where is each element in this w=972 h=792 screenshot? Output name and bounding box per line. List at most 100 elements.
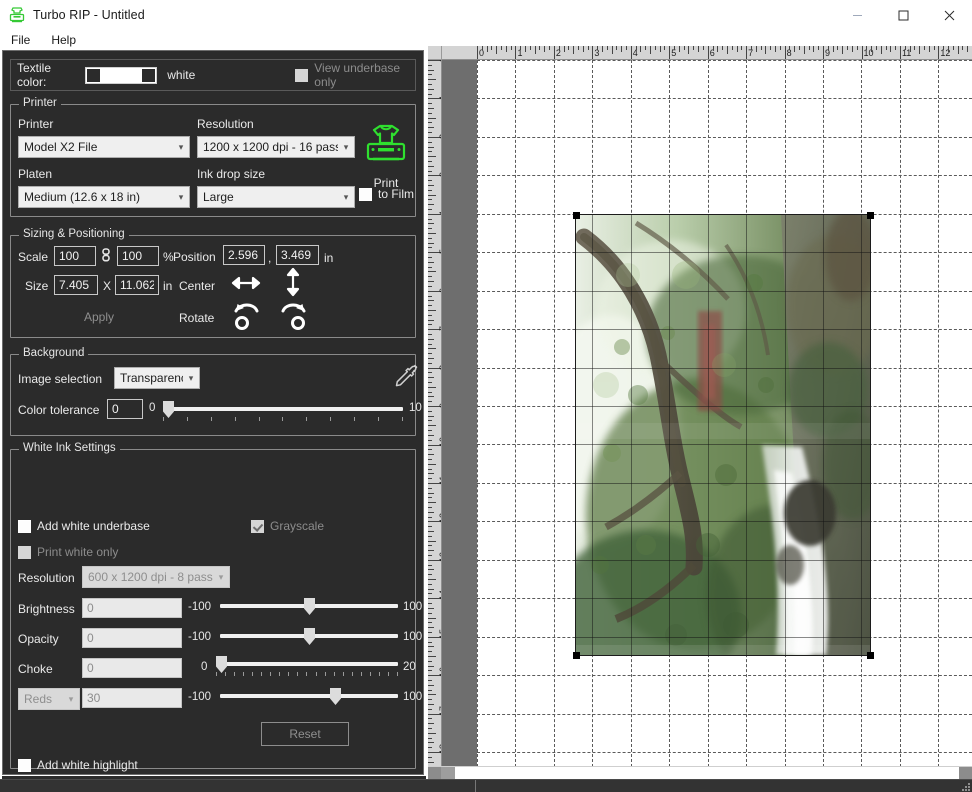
print-white-only-checkbox[interactable]: [18, 545, 31, 559]
brightness-input[interactable]: [82, 598, 182, 618]
resolution-select[interactable]: 1200 x 1200 dpi - 16 pass ▾: [197, 136, 355, 158]
ruler-tick-minor: [428, 708, 432, 710]
chain-link-icon[interactable]: [100, 248, 112, 267]
ruler-tick-minor: [803, 46, 805, 54]
ruler-tick-minor: [428, 93, 432, 95]
ruler-tick-minor: [428, 569, 434, 571]
add-white-underbase-checkbox[interactable]: [18, 519, 31, 533]
choke-input[interactable]: [82, 658, 182, 678]
scale-x-input[interactable]: [54, 246, 96, 266]
ruler-corner: [428, 46, 442, 60]
textile-color-swatch[interactable]: [85, 66, 158, 84]
position-x-input[interactable]: [223, 245, 265, 265]
image-selection-select[interactable]: Transparency ▾: [114, 367, 200, 389]
opacity-slider[interactable]: [220, 628, 398, 645]
resolution-label: Resolution: [197, 117, 254, 131]
close-button[interactable]: [926, 0, 972, 30]
position-y-input[interactable]: [276, 245, 319, 265]
scroll-left-button[interactable]: [428, 766, 441, 780]
grid-line-horizontal: [477, 98, 972, 99]
apply-button[interactable]: Apply: [84, 310, 114, 324]
color-channel-select[interactable]: Reds ▾: [18, 688, 80, 710]
color-tolerance-min: 0: [149, 402, 156, 414]
menu-item-file[interactable]: File: [8, 31, 38, 49]
minimize-button[interactable]: [834, 0, 880, 30]
vertical-ruler[interactable]: 0123456789101112131415161718: [428, 60, 442, 766]
platen-sheet[interactable]: [477, 60, 972, 766]
printer-select[interactable]: Model X2 File ▾: [18, 136, 190, 158]
scroll-thumb[interactable]: [441, 766, 455, 780]
add-white-underbase-row[interactable]: Add white underbase: [18, 519, 150, 533]
ruler-tick-minor: [731, 46, 733, 50]
selection-handle-bottom-right[interactable]: [867, 652, 874, 659]
size-height-input[interactable]: [115, 275, 159, 295]
ruler-tick-minor: [428, 199, 432, 201]
size-width-input[interactable]: [54, 275, 98, 295]
ruler-tick-minor: [428, 737, 432, 739]
add-white-highlight-row[interactable]: Add white highlight: [18, 758, 138, 772]
color-channel-slider-thumb[interactable]: [330, 688, 341, 705]
ruler-tick-minor: [428, 449, 432, 451]
reset-button[interactable]: Reset: [261, 722, 349, 746]
to-film-row[interactable]: to Film: [359, 187, 414, 201]
color-channel-input[interactable]: [82, 688, 182, 708]
ruler-tick-minor: [544, 46, 546, 52]
horizontal-ruler[interactable]: 0 1 2 3 4 5 6 7 8 9 10 11 12: [442, 46, 972, 60]
selection-handle-top-left[interactable]: [573, 212, 580, 219]
color-tolerance-slider-thumb[interactable]: [163, 401, 174, 418]
grid-line-vertical: [938, 60, 939, 766]
ruler-tick-minor: [428, 420, 432, 422]
horizontal-scrollbar[interactable]: [428, 766, 972, 780]
canvas-viewport[interactable]: [442, 60, 972, 766]
color-tolerance-input[interactable]: [107, 399, 143, 419]
eyedropper-icon[interactable]: [393, 364, 421, 399]
view-underbase-only-checkbox[interactable]: [295, 68, 309, 82]
print-white-only-row[interactable]: Print white only: [18, 545, 118, 559]
print-button[interactable]: Print: [357, 119, 415, 190]
ruler-tick-minor: [428, 732, 436, 734]
ruler-tick-minor: [428, 156, 436, 158]
grid-line-horizontal: [477, 137, 972, 138]
ink-drop-size-select[interactable]: Large ▾: [197, 186, 355, 208]
chevron-down-icon: ▾: [188, 372, 194, 383]
view-underbase-only-row[interactable]: View underbase only: [295, 61, 415, 89]
ruler-tick-minor: [428, 655, 436, 657]
waterfall-forest-photo[interactable]: [575, 214, 871, 656]
choke-slider-thumb[interactable]: [216, 656, 227, 673]
ruler-tick-minor: [428, 372, 432, 374]
ruler-tick-minor: [428, 338, 434, 340]
size-unit-label: in: [163, 279, 173, 293]
platen-select[interactable]: Medium (12.6 x 18 in) ▾: [18, 186, 190, 208]
arrows-horizontal-icon[interactable]: [230, 271, 262, 300]
rotate-counterclockwise-icon[interactable]: [229, 298, 263, 337]
opacity-input[interactable]: [82, 628, 182, 648]
selection-handle-top-right[interactable]: [867, 212, 874, 219]
white-resolution-select[interactable]: 600 x 1200 dpi - 8 pass ▾: [82, 566, 230, 588]
scroll-right-button[interactable]: [959, 766, 972, 780]
color-tolerance-slider[interactable]: [163, 401, 403, 421]
opacity-slider-thumb[interactable]: [304, 628, 315, 645]
menu-item-help[interactable]: Help: [48, 31, 84, 49]
maximize-button[interactable]: [880, 0, 926, 30]
ruler-tick-minor: [428, 684, 434, 686]
grayscale-row[interactable]: Grayscale: [251, 519, 324, 533]
ruler-tick-major: [784, 46, 786, 59]
rotate-clockwise-icon[interactable]: [277, 298, 311, 337]
ink-drop-size-value: Large: [203, 190, 234, 204]
to-film-checkbox[interactable]: [359, 187, 372, 201]
brightness-slider[interactable]: [220, 598, 398, 615]
ruler-tick-minor: [428, 117, 436, 119]
add-white-highlight-checkbox[interactable]: [18, 758, 31, 772]
scale-y-input[interactable]: [117, 246, 159, 266]
resize-grip[interactable]: [960, 781, 970, 791]
choke-slider[interactable]: [216, 656, 398, 676]
grayscale-checkbox[interactable]: [251, 519, 264, 533]
color-channel-slider[interactable]: [220, 688, 398, 705]
scroll-track[interactable]: [441, 766, 959, 780]
ruler-tick-minor: [799, 46, 801, 50]
choke-label: Choke: [18, 662, 53, 676]
ruler-tick-minor: [428, 343, 432, 345]
brightness-slider-thumb[interactable]: [304, 598, 315, 615]
selection-handle-bottom-left[interactable]: [573, 652, 580, 659]
ruler-tick-minor: [428, 564, 432, 566]
